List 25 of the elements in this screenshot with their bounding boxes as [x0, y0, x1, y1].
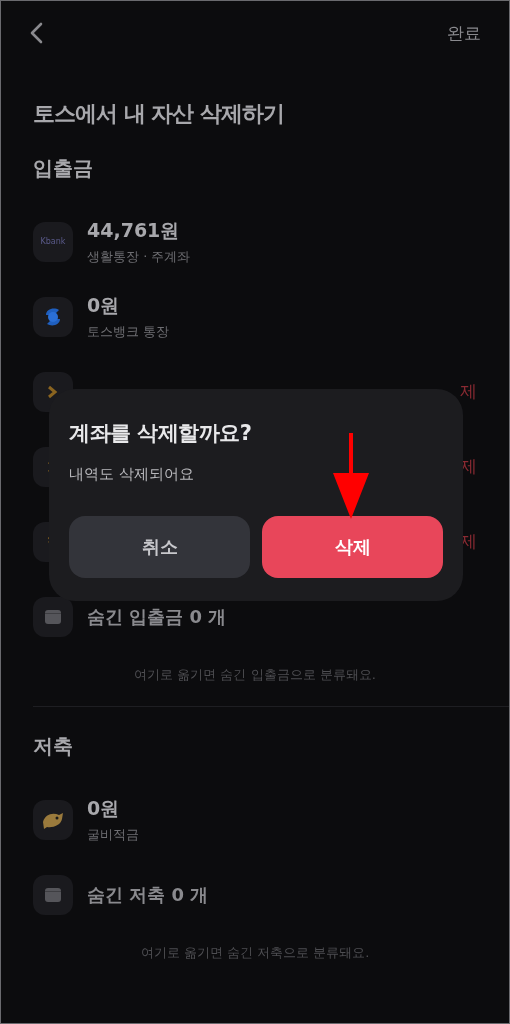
hidden-accounts-label: 숨긴 저축 0 개 — [87, 882, 209, 907]
section-heading: 입출금 — [32, 155, 94, 182]
hidden-accounts-label: 숨긴 입출금 0 개 — [87, 604, 227, 629]
hint-text: 여기로 옮기면 숨긴 저축으로 분류돼요. — [139, 944, 371, 962]
delete-button[interactable]: 제 — [460, 380, 477, 403]
account-balance: 0원 — [87, 292, 121, 318]
arrow-icon — [331, 433, 371, 519]
dialog-title: 계좌를 삭제할까요? — [69, 420, 253, 447]
account-name: 토스뱅크 통장 — [87, 322, 171, 341]
section-heading: 저축 — [32, 733, 74, 760]
account-balance: 44,761원 — [87, 217, 181, 243]
done-button[interactable]: 완료 — [447, 21, 481, 45]
back-icon — [29, 22, 43, 44]
bank-logo-icon: Kbank — [33, 221, 73, 262]
account-name: 생활통장 · 주계좌 — [87, 247, 192, 266]
box-icon — [33, 874, 73, 915]
app-logo-icon — [33, 296, 73, 337]
delete-button[interactable]: 삭제 — [262, 516, 443, 578]
cancel-button[interactable]: 취소 — [69, 516, 250, 578]
hint-text: 여기로 옮기면 숨긴 입출금으로 분류돼요. — [133, 666, 377, 684]
account-name: 굴비적금 — [87, 825, 140, 844]
dialog-message: 내역도 삭제되어요 — [69, 465, 195, 484]
account-balance: 0원 — [87, 795, 121, 821]
page-title: 토스에서 내 자산 삭제하기 — [32, 100, 285, 128]
fish-icon — [33, 799, 73, 840]
